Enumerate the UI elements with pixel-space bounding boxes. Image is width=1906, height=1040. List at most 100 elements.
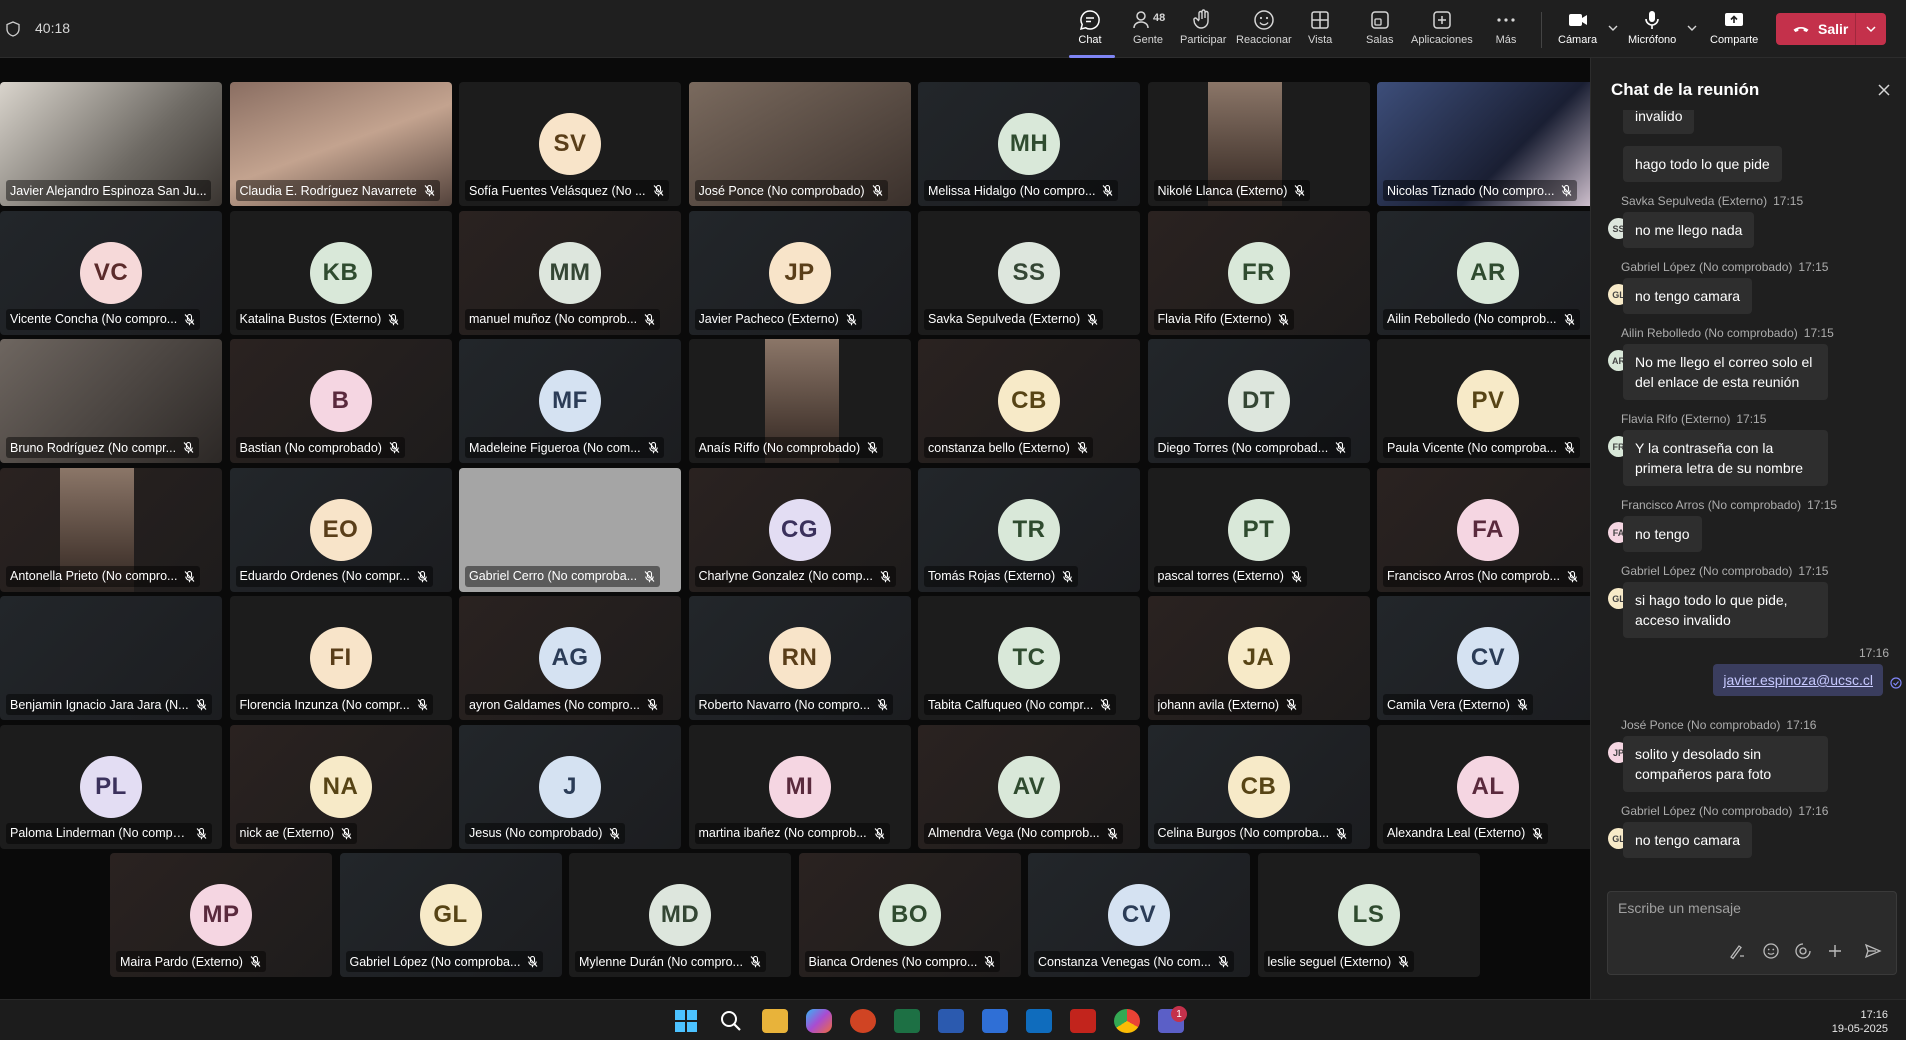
outlook-icon[interactable]	[1026, 1009, 1052, 1033]
participant-tile[interactable]: CB Celina Burgos (No comproba...	[1147, 724, 1370, 849]
participant-tile[interactable]: Claudia E. Rodríguez Navarrete	[229, 82, 452, 206]
participant-tile[interactable]: Nicolas Tiznado (No compro...	[1377, 82, 1599, 206]
participant-tile[interactable]: JA johann avila (Externo)	[1147, 596, 1370, 720]
participant-tile[interactable]: PL Paloma Linderman (No comproba...	[0, 724, 222, 849]
loop-component-icon[interactable]	[1794, 942, 1812, 960]
own-message-link[interactable]: javier.espinoza@ucsc.cl	[1713, 664, 1883, 696]
participant-tile[interactable]: FI Florencia Inzunza (No compr...	[229, 596, 452, 720]
participant-tile[interactable]: J Jesus (No comprobado)	[459, 724, 681, 849]
chat-message[interactable]: Y la contraseña con la primera letra de …	[1623, 430, 1828, 486]
search-icon[interactable]	[718, 1009, 744, 1033]
participant-tile[interactable]: GL Gabriel López (No comproba...	[339, 853, 562, 977]
remote-desktop-icon[interactable]	[982, 1009, 1008, 1033]
sender-name: Gabriel López (No comprobado)	[1621, 564, 1793, 578]
participant-tile[interactable]: RN Roberto Navarro (No compro...	[688, 596, 911, 720]
chat-button[interactable]: Chat	[1078, 8, 1102, 52]
participant-tile[interactable]: JP Javier Pacheco (Externo)	[688, 210, 911, 335]
powerpoint-icon[interactable]	[850, 1009, 876, 1033]
shield-icon	[6, 21, 20, 37]
participant-tile[interactable]: FA Francisco Arros (No comprob...	[1377, 467, 1599, 592]
participant-tile[interactable]: Nikolé Llanca (Externo)	[1147, 82, 1370, 206]
more-icon	[1497, 18, 1515, 22]
microphone-button[interactable]: Micrófono	[1628, 8, 1676, 52]
participant-tile[interactable]: CG Charlyne Gonzalez (No comp...	[688, 467, 911, 592]
participant-tile[interactable]: MI martina ibañez (No comprob...	[688, 724, 911, 849]
emoji-icon[interactable]	[1762, 942, 1780, 960]
leave-options[interactable]	[1856, 13, 1886, 45]
participant-tile[interactable]: TC Tabita Calfuqueo (No compr...	[918, 596, 1140, 720]
participant-tile[interactable]: Antonella Prieto (No compro...	[0, 467, 222, 592]
people-button[interactable]: 48 Gente	[1131, 8, 1165, 52]
participant-tile[interactable]: EO Eduardo Ordenes (No compr...	[229, 467, 452, 592]
chrome-icon[interactable]	[1114, 1009, 1140, 1033]
participant-tile[interactable]: SV Sofía Fuentes Velásquez (No ...	[459, 82, 681, 206]
participant-tile[interactable]: Anaís Riffo (No comprobado)	[688, 339, 911, 463]
participant-tile[interactable]: MP Maira Pardo (Externo)	[110, 853, 332, 977]
participant-tile[interactable]: DT Diego Torres (No comprobad...	[1147, 339, 1370, 463]
participant-tile[interactable]: Benjamin Ignacio Jara Jara (N...	[0, 596, 222, 720]
participant-tile[interactable]: PV Paula Vicente (No comproba...	[1377, 339, 1599, 463]
share-button[interactable]: Comparte	[1710, 8, 1758, 52]
chat-message[interactable]: invalido	[1623, 110, 1695, 134]
participant-tile[interactable]: CB constanza bello (Externo)	[918, 339, 1140, 463]
chat-message[interactable]: no tengo camara	[1623, 278, 1753, 314]
participant-tile[interactable]: MM manuel muñoz (No comprob...	[459, 210, 681, 335]
close-icon[interactable]	[1876, 82, 1892, 98]
apps-button[interactable]: Aplicaciones	[1411, 8, 1473, 52]
message-input[interactable]	[1618, 900, 1878, 916]
microphone-options-chevron-icon[interactable]	[1686, 22, 1698, 34]
participant-tile[interactable]: José Ponce (No comprobado)	[688, 82, 911, 206]
react-button[interactable]: Reaccionar	[1236, 8, 1292, 52]
send-icon[interactable]	[1864, 942, 1882, 960]
camera-icon	[1568, 14, 1587, 26]
word-icon[interactable]	[938, 1009, 964, 1033]
participant-tile[interactable]: FR Flavia Rifo (Externo)	[1147, 210, 1370, 335]
participant-tile[interactable]: SS Savka Sepulveda (Externo)	[918, 210, 1140, 335]
chat-message[interactable]: hago todo lo que pide	[1623, 146, 1782, 182]
chat-message[interactable]: si hago todo lo que pide, acceso invalid…	[1623, 582, 1828, 638]
participant-tile[interactable]: KB Katalina Bustos (Externo)	[229, 210, 452, 335]
acrobat-icon[interactable]	[1070, 1009, 1096, 1033]
chat-message[interactable]: No me llego el correo solo el del enlace…	[1623, 344, 1828, 400]
file-explorer-icon[interactable]	[762, 1009, 788, 1033]
participant-tile[interactable]: AG ayron Galdames (No compro...	[459, 596, 681, 720]
rooms-button[interactable]: Salas	[1366, 8, 1394, 52]
view-button[interactable]: Vista	[1308, 8, 1332, 52]
chat-message[interactable]: no me llego nada	[1623, 212, 1755, 248]
leave-button[interactable]: Salir	[1776, 13, 1886, 45]
microsoft-365-icon[interactable]	[806, 1009, 832, 1033]
participant-tile[interactable]: CV Constanza Venegas (No com...	[1028, 853, 1250, 977]
add-icon[interactable]	[1826, 942, 1844, 960]
excel-icon[interactable]	[894, 1009, 920, 1033]
participant-tile[interactable]: AV Almendra Vega (No comprob...	[918, 724, 1140, 849]
format-icon[interactable]	[1728, 942, 1746, 960]
participant-tile[interactable]: CV Camila Vera (Externo)	[1377, 596, 1599, 720]
camera-button[interactable]: Cámara	[1558, 8, 1597, 52]
raise-hand-button[interactable]: Participar	[1180, 8, 1226, 52]
participant-tile[interactable]: MH Melissa Hidalgo (No compro...	[918, 82, 1140, 206]
participant-tile[interactable]: PT pascal torres (Externo)	[1147, 467, 1370, 592]
participant-tile[interactable]: LS leslie seguel (Externo)	[1257, 853, 1480, 977]
system-clock[interactable]: 17:16 19-05-2025	[1832, 1008, 1888, 1036]
participant-tile[interactable]: BO Bianca Ordenes (No compro...	[798, 853, 1021, 977]
participant-tile[interactable]: NA nick ae (Externo)	[229, 724, 452, 849]
participant-tile[interactable]: VC Vicente Concha (No compro...	[0, 210, 222, 335]
participant-tile[interactable]: Gabriel Cerro (No comproba...	[459, 467, 681, 592]
participant-tile[interactable]: AR Ailin Rebolledo (No comprob...	[1377, 210, 1599, 335]
participant-tile[interactable]: AL Alexandra Leal (Externo)	[1377, 724, 1599, 849]
participant-tile[interactable]: MF Madeleine Figueroa (No com...	[459, 339, 681, 463]
participant-tile[interactable]: Bruno Rodríguez (No compr...	[0, 339, 222, 463]
participant-tile[interactable]: MD Mylenne Durán (No compro...	[569, 853, 791, 977]
chat-message[interactable]: solito y desolado sin compañeros para fo…	[1623, 736, 1828, 792]
chat-message[interactable]: no tengo	[1623, 516, 1702, 552]
more-button[interactable]: Más	[1494, 8, 1518, 52]
participant-tile[interactable]: TR Tomás Rojas (Externo)	[918, 467, 1140, 592]
windows-start-icon[interactable]	[673, 1009, 699, 1033]
participant-name: Javier Pacheco (Externo)	[698, 312, 839, 326]
chat-message[interactable]: no tengo camara	[1623, 822, 1753, 858]
participant-tile[interactable]: B Bastian (No comprobado)	[229, 339, 452, 463]
muted-mic-icon	[1218, 955, 1229, 968]
camera-options-chevron-icon[interactable]	[1607, 22, 1619, 34]
muted-mic-icon	[648, 441, 659, 454]
participant-tile[interactable]: Javier Alejandro Espinoza San Ju...	[0, 82, 222, 206]
